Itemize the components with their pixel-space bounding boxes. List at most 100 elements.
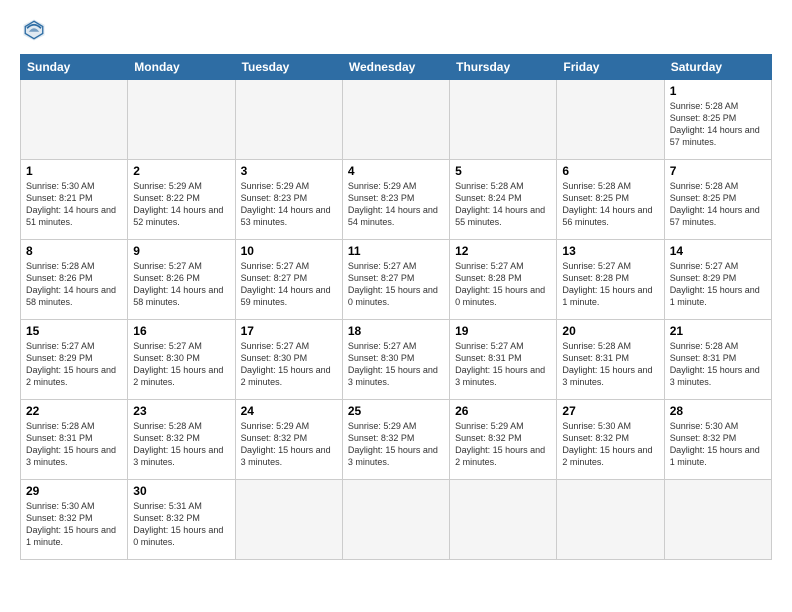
day-number: 8 [26,244,122,258]
calendar-cell: 19 Sunrise: 5:27 AMSunset: 8:31 PMDayligh… [450,320,557,400]
calendar-cell: 16 Sunrise: 5:27 AMSunset: 8:30 PMDayligh… [128,320,235,400]
day-number: 4 [348,164,444,178]
calendar-cell [342,80,449,160]
day-info: Sunrise: 5:31 AMSunset: 8:32 PMDaylight:… [133,500,229,549]
day-info: Sunrise: 5:30 AMSunset: 8:21 PMDaylight:… [26,180,122,229]
calendar-cell: 23 Sunrise: 5:28 AMSunset: 8:32 PMDayligh… [128,400,235,480]
day-info: Sunrise: 5:29 AMSunset: 8:32 PMDaylight:… [455,420,551,469]
day-info: Sunrise: 5:27 AMSunset: 8:26 PMDaylight:… [133,260,229,309]
day-number: 28 [670,404,766,418]
day-number: 19 [455,324,551,338]
calendar-cell: 4Sunrise: 5:29 AMSunset: 8:23 PMDaylight… [342,160,449,240]
calendar-cell: 29Sunrise: 5:30 AMSunset: 8:32 PMDayligh… [21,480,128,560]
day-number: 14 [670,244,766,258]
calendar-cell: 12Sunrise: 5:27 AMSunset: 8:28 PMDayligh… [450,240,557,320]
calendar-cell [557,480,664,560]
calendar-cell: 1 Sunrise: 5:28 AMSunset: 8:25 PMDaylight… [664,80,771,160]
day-number: 24 [241,404,337,418]
day-number: 22 [26,404,122,418]
day-number: 17 [241,324,337,338]
calendar-cell: 11 Sunrise: 5:27 AMSunset: 8:27 PMDayligh… [342,240,449,320]
calendar-cell: 18 Sunrise: 5:27 AMSunset: 8:30 PMDayligh… [342,320,449,400]
calendar-cell [128,80,235,160]
day-number: 27 [562,404,658,418]
day-number: 18 [348,324,444,338]
calendar-cell: 17 Sunrise: 5:27 AMSunset: 8:30 PMDayligh… [235,320,342,400]
day-info: Sunrise: 5:27 AMSunset: 8:30 PMDaylight:… [133,340,229,389]
page: SundayMondayTuesdayWednesdayThursdayFrid… [0,0,792,612]
calendar-cell: 24 Sunrise: 5:29 AMSunset: 8:32 PMDayligh… [235,400,342,480]
day-info: Sunrise: 5:27 AMSunset: 8:30 PMDaylight:… [241,340,337,389]
calendar-cell: 25Sunrise: 5:29 AMSunset: 8:32 PMDayligh… [342,400,449,480]
calendar-cell: 21 Sunrise: 5:28 AMSunset: 8:31 PMDayligh… [664,320,771,400]
day-number: 10 [241,244,337,258]
day-info: Sunrise: 5:28 AMSunset: 8:31 PMDaylight:… [670,340,766,389]
calendar-cell [664,480,771,560]
calendar-cell: 13 Sunrise: 5:27 AMSunset: 8:28 PMDayligh… [557,240,664,320]
calendar-cell [557,80,664,160]
day-info: Sunrise: 5:28 AMSunset: 8:31 PMDaylight:… [562,340,658,389]
day-info: Sunrise: 5:28 AMSunset: 8:24 PMDaylight:… [455,180,551,229]
calendar-cell: 30 Sunrise: 5:31 AMSunset: 8:32 PMDayligh… [128,480,235,560]
day-info: Sunrise: 5:29 AMSunset: 8:23 PMDaylight:… [241,180,337,229]
day-number: 23 [133,404,229,418]
calendar-cell: 1 Sunrise: 5:30 AMSunset: 8:21 PMDaylight… [21,160,128,240]
day-info: Sunrise: 5:28 AMSunset: 8:26 PMDaylight:… [26,260,122,309]
day-info: Sunrise: 5:29 AMSunset: 8:32 PMDaylight:… [241,420,337,469]
day-number: 13 [562,244,658,258]
day-info: Sunrise: 5:27 AMSunset: 8:27 PMDaylight:… [348,260,444,309]
calendar-cell: 9 Sunrise: 5:27 AMSunset: 8:26 PMDaylight… [128,240,235,320]
calendar-cell [450,80,557,160]
day-info: Sunrise: 5:27 AMSunset: 8:30 PMDaylight:… [348,340,444,389]
calendar-cell: 28 Sunrise: 5:30 AMSunset: 8:32 PMDayligh… [664,400,771,480]
day-number: 1 [670,84,766,98]
calendar-cell [21,80,128,160]
day-number: 6 [562,164,658,178]
day-number: 3 [241,164,337,178]
day-of-week-header: Thursday [450,55,557,80]
header [20,16,772,44]
calendar-cell: 3 Sunrise: 5:29 AMSunset: 8:23 PMDaylight… [235,160,342,240]
day-number: 20 [562,324,658,338]
day-info: Sunrise: 5:28 AMSunset: 8:31 PMDaylight:… [26,420,122,469]
calendar-cell [342,480,449,560]
day-info: Sunrise: 5:28 AMSunset: 8:25 PMDaylight:… [670,100,766,149]
calendar-cell: 14 Sunrise: 5:27 AMSunset: 8:29 PMDayligh… [664,240,771,320]
logo [20,16,52,44]
day-info: Sunrise: 5:27 AMSunset: 8:31 PMDaylight:… [455,340,551,389]
calendar-cell: 2 Sunrise: 5:29 AMSunset: 8:22 PMDaylight… [128,160,235,240]
calendar-cell: 6 Sunrise: 5:28 AMSunset: 8:25 PMDaylight… [557,160,664,240]
day-number: 2 [133,164,229,178]
calendar-cell [235,80,342,160]
day-of-week-header: Saturday [664,55,771,80]
logo-icon [20,16,48,44]
day-number: 15 [26,324,122,338]
calendar-table: SundayMondayTuesdayWednesdayThursdayFrid… [20,54,772,560]
day-info: Sunrise: 5:27 AMSunset: 8:28 PMDaylight:… [562,260,658,309]
day-number: 1 [26,164,122,178]
day-info: Sunrise: 5:29 AMSunset: 8:22 PMDaylight:… [133,180,229,229]
calendar-cell: 15Sunrise: 5:27 AMSunset: 8:29 PMDayligh… [21,320,128,400]
day-of-week-header: Sunday [21,55,128,80]
calendar-cell [235,480,342,560]
calendar-cell: 7Sunrise: 5:28 AMSunset: 8:25 PMDaylight… [664,160,771,240]
calendar-cell: 10Sunrise: 5:27 AMSunset: 8:27 PMDayligh… [235,240,342,320]
calendar-cell: 20 Sunrise: 5:28 AMSunset: 8:31 PMDayligh… [557,320,664,400]
day-info: Sunrise: 5:28 AMSunset: 8:32 PMDaylight:… [133,420,229,469]
day-info: Sunrise: 5:28 AMSunset: 8:25 PMDaylight:… [562,180,658,229]
calendar-cell: 8 Sunrise: 5:28 AMSunset: 8:26 PMDaylight… [21,240,128,320]
day-number: 16 [133,324,229,338]
day-info: Sunrise: 5:28 AMSunset: 8:25 PMDaylight:… [670,180,766,229]
day-number: 25 [348,404,444,418]
calendar-cell: 22 Sunrise: 5:28 AMSunset: 8:31 PMDayligh… [21,400,128,480]
day-number: 5 [455,164,551,178]
calendar-cell: 26Sunrise: 5:29 AMSunset: 8:32 PMDayligh… [450,400,557,480]
day-info: Sunrise: 5:30 AMSunset: 8:32 PMDaylight:… [670,420,766,469]
day-info: Sunrise: 5:27 AMSunset: 8:28 PMDaylight:… [455,260,551,309]
day-number: 30 [133,484,229,498]
day-number: 21 [670,324,766,338]
day-info: Sunrise: 5:27 AMSunset: 8:29 PMDaylight:… [670,260,766,309]
day-number: 11 [348,244,444,258]
day-number: 9 [133,244,229,258]
day-of-week-header: Friday [557,55,664,80]
